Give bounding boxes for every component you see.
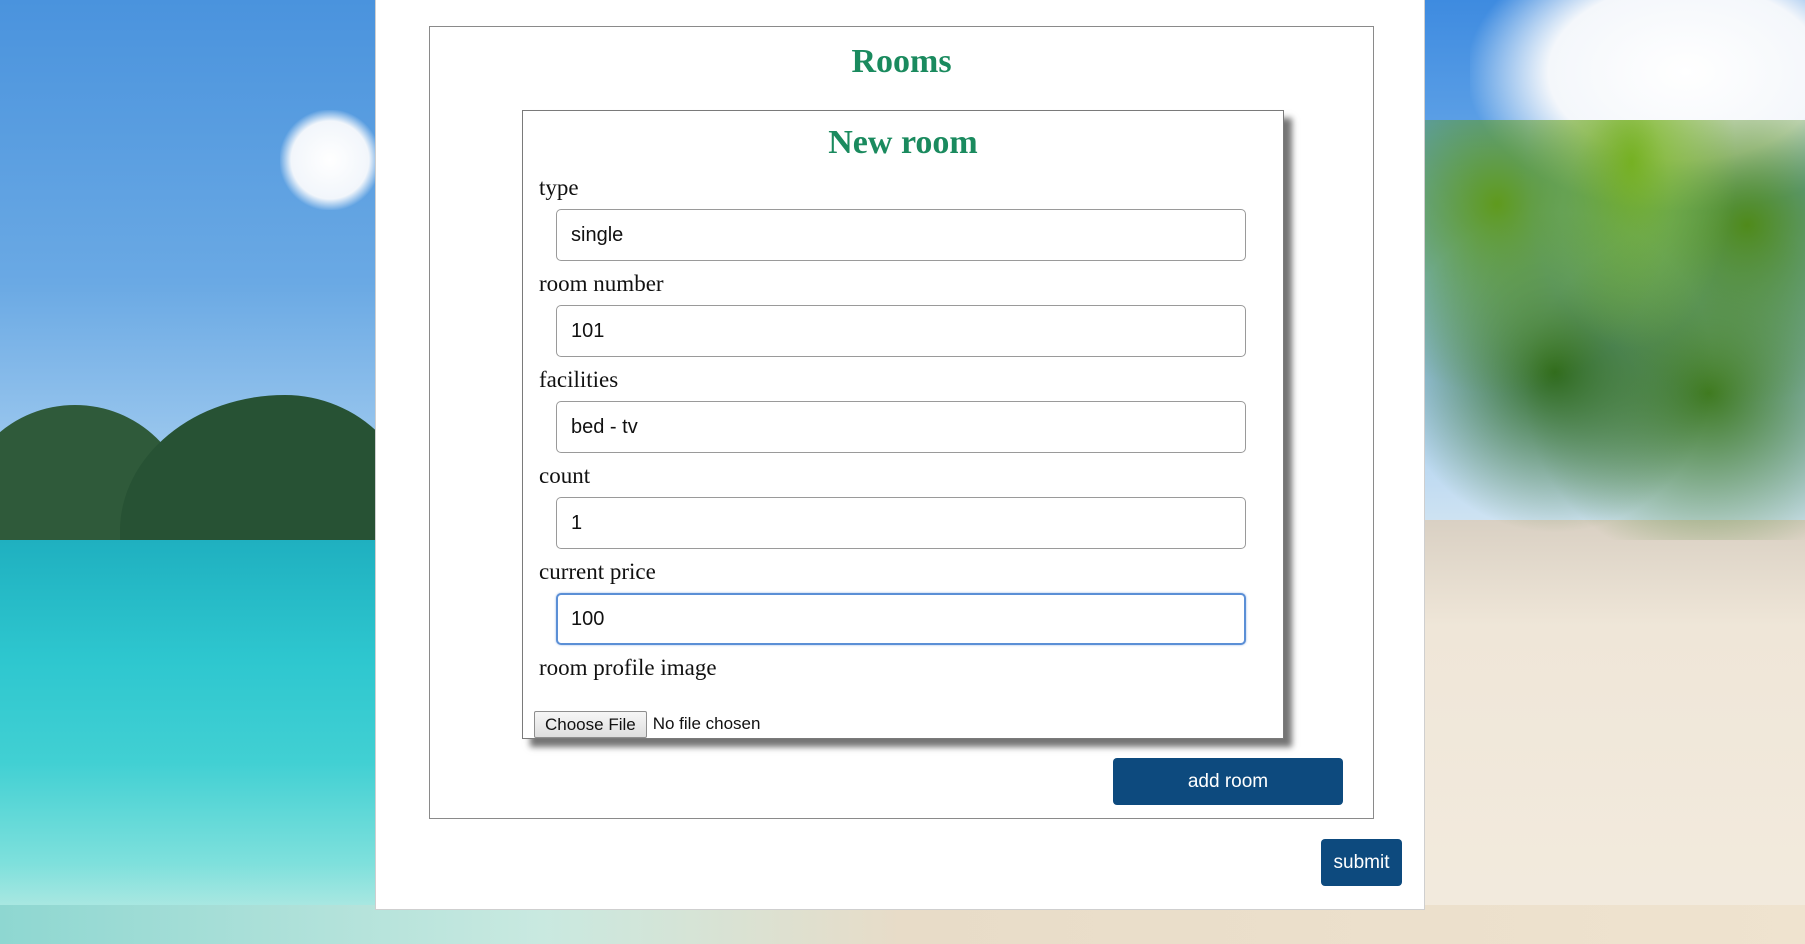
count-input[interactable]	[556, 497, 1246, 549]
rooms-section: Rooms New room type room number faciliti…	[429, 26, 1374, 819]
background-shoreline	[0, 905, 1805, 944]
room-number-label: room number	[539, 271, 664, 296]
background-palm-trees	[1420, 120, 1805, 540]
page-title: Rooms	[851, 43, 952, 80]
current-price-label: current price	[539, 559, 656, 584]
add-room-button[interactable]: add room	[1113, 758, 1343, 805]
main-panel: Rooms New room type room number faciliti…	[375, 0, 1425, 910]
room-number-input[interactable]	[556, 305, 1246, 357]
type-label: type	[539, 175, 579, 200]
count-label: count	[539, 463, 591, 488]
file-status-text: No file chosen	[652, 714, 761, 733]
background-sand	[1420, 520, 1805, 944]
form-title: New room	[828, 124, 978, 161]
current-price-input[interactable]	[556, 593, 1246, 645]
background-sea	[0, 540, 420, 944]
background-cloud	[280, 110, 380, 210]
choose-file-button[interactable]: Choose File	[534, 710, 647, 738]
file-picker: Choose File No file chosen	[534, 710, 760, 738]
new-room-form: New room type room number facilities cou…	[522, 110, 1284, 739]
submit-button[interactable]: submit	[1321, 839, 1402, 886]
room-profile-image-label: room profile image	[539, 655, 717, 680]
facilities-label: facilities	[539, 367, 619, 392]
type-input[interactable]	[556, 209, 1246, 261]
facilities-input[interactable]	[556, 401, 1246, 453]
